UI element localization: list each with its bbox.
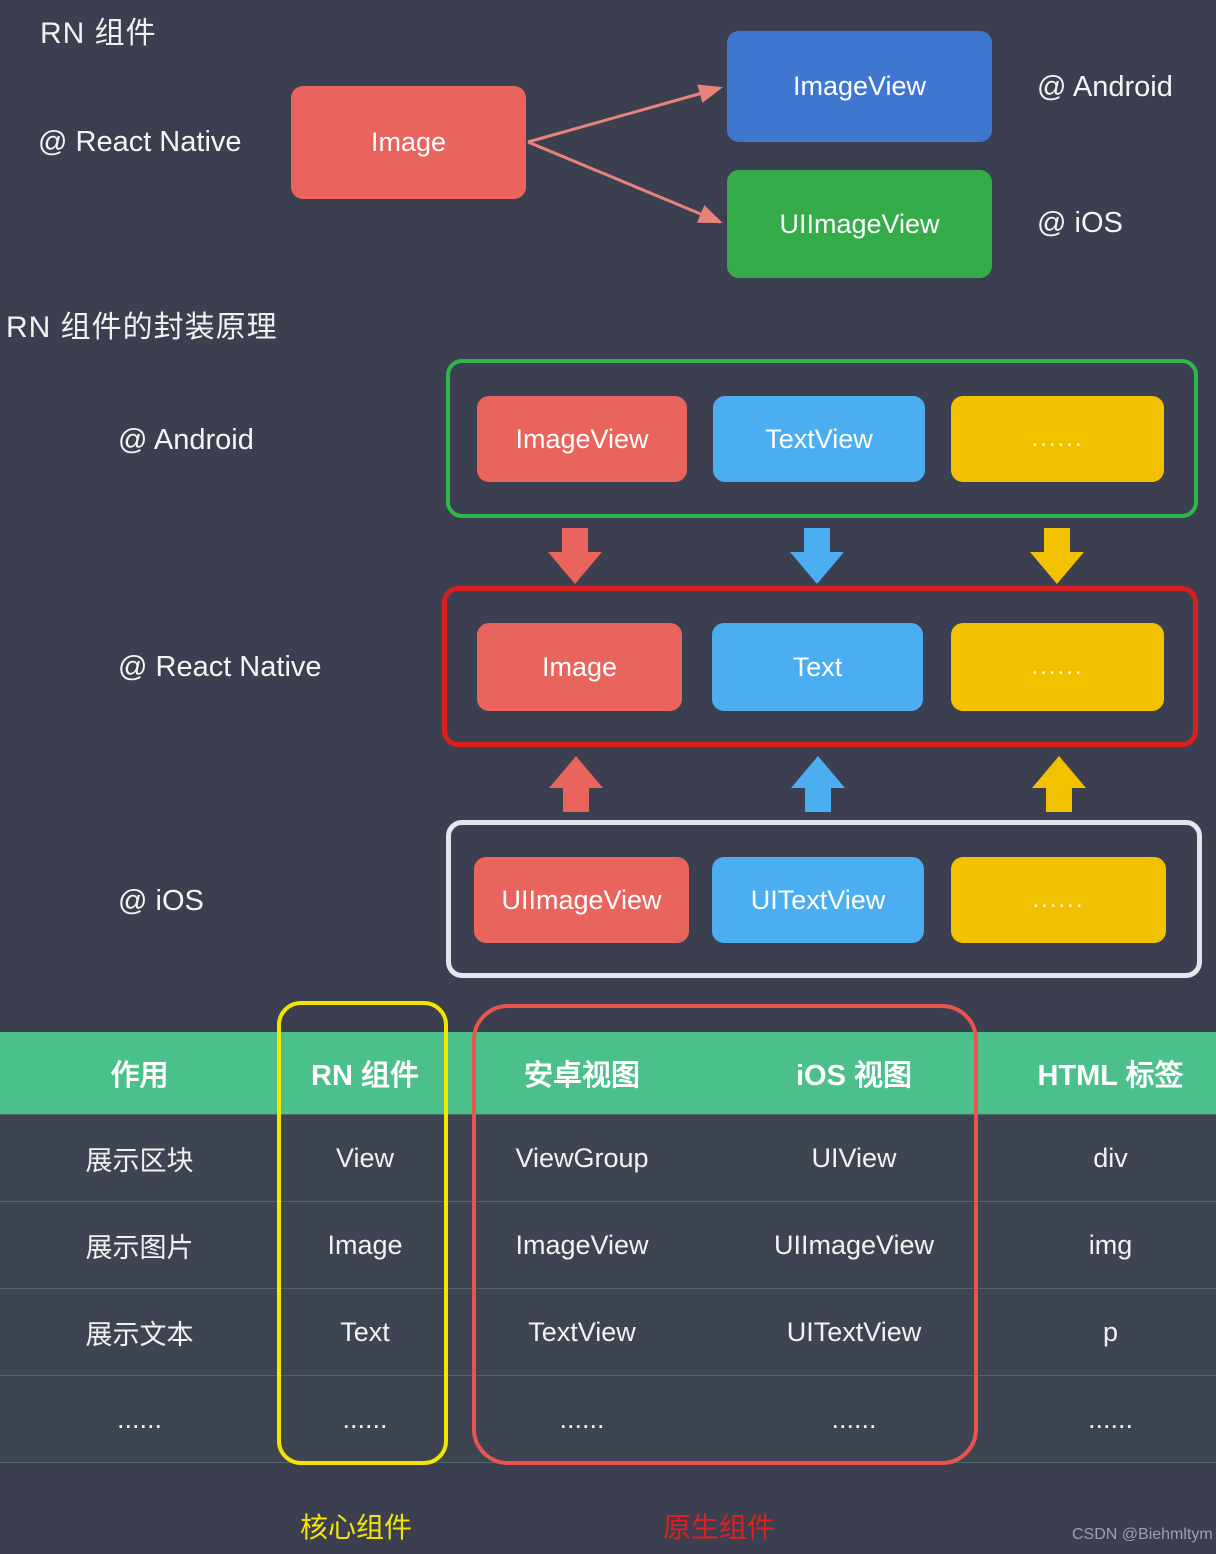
section-one-title: RN 组件 xyxy=(40,17,157,50)
section-one-source-label: @ React Native xyxy=(38,126,242,158)
rn-chip-image: Image xyxy=(477,623,682,711)
watermark: CSDN @Biehmltym xyxy=(1072,1526,1213,1543)
table-cell: ...... xyxy=(0,1375,279,1463)
table-cell: UIView xyxy=(713,1114,995,1202)
table-cell: TextView xyxy=(451,1288,713,1376)
table-header-cell: iOS 视图 xyxy=(713,1032,995,1115)
android-chip-more: ...... xyxy=(951,396,1164,482)
caption-native-components: 原生组件 xyxy=(663,1512,776,1543)
table-header-cell: 作用 xyxy=(0,1032,279,1115)
table-header-cell: 安卓视图 xyxy=(451,1032,713,1115)
section-one-platform-ios: @ iOS xyxy=(1037,207,1123,239)
table-cell: ImageView xyxy=(451,1201,713,1289)
section-two-title: RN 组件的封装原理 xyxy=(6,311,278,344)
ios-chip-uiimageview: UIImageView xyxy=(474,857,689,943)
row-label-ios: @ iOS xyxy=(118,885,204,917)
android-chip-imageview: ImageView xyxy=(477,396,687,482)
table-cell: 展示区块 xyxy=(0,1114,279,1202)
ios-uiimageview-box: UIImageView xyxy=(727,170,992,278)
caption-core-components: 核心组件 xyxy=(300,1512,413,1543)
rn-image-box: Image xyxy=(291,86,526,199)
rn-chip-text: Text xyxy=(712,623,923,711)
diagram-canvas: RN 组件 @ React Native Image ImageView @ A… xyxy=(0,0,1216,1554)
table-cell: ViewGroup xyxy=(451,1114,713,1202)
table-cell: 展示文本 xyxy=(0,1288,279,1376)
table-cell: UITextView xyxy=(713,1288,995,1376)
ios-chip-uitextview: UITextView xyxy=(712,857,924,943)
table-cell: p xyxy=(995,1288,1216,1376)
table-cell: UIImageView xyxy=(713,1201,995,1289)
table-cell: ...... xyxy=(713,1375,995,1463)
table-cell: ...... xyxy=(995,1375,1216,1463)
ios-chip-more: ...... xyxy=(951,857,1166,943)
mapping-table: 作用 RN 组件 安卓视图 iOS 视图 HTML 标签 展示区块 View V… xyxy=(0,1032,1216,1463)
table-header-cell: HTML 标签 xyxy=(995,1032,1216,1115)
table-cell: ...... xyxy=(451,1375,713,1463)
table-cell: div xyxy=(995,1114,1216,1202)
table-header-row: 作用 RN 组件 安卓视图 iOS 视图 HTML 标签 xyxy=(0,1032,1216,1115)
table-header-cell: RN 组件 xyxy=(279,1032,451,1115)
table-cell: 展示图片 xyxy=(0,1201,279,1289)
section-one-platform-android: @ Android xyxy=(1037,71,1173,103)
table-cell: img xyxy=(995,1201,1216,1289)
android-imageview-box: ImageView xyxy=(727,31,992,142)
android-chip-textview: TextView xyxy=(713,396,925,482)
table-cell: View xyxy=(279,1114,451,1202)
table-row: 展示图片 Image ImageView UIImageView img xyxy=(0,1201,1216,1289)
rn-chip-more: ...... xyxy=(951,623,1164,711)
table-row: 展示区块 View ViewGroup UIView div xyxy=(0,1114,1216,1202)
table-row: 展示文本 Text TextView UITextView p xyxy=(0,1288,1216,1376)
table-cell: ...... xyxy=(279,1375,451,1463)
row-label-react-native: @ React Native xyxy=(118,651,322,683)
table-cell: Text xyxy=(279,1288,451,1376)
table-cell: Image xyxy=(279,1201,451,1289)
table-row: ...... ...... ...... ...... ...... xyxy=(0,1375,1216,1463)
row-label-android: @ Android xyxy=(118,424,254,456)
